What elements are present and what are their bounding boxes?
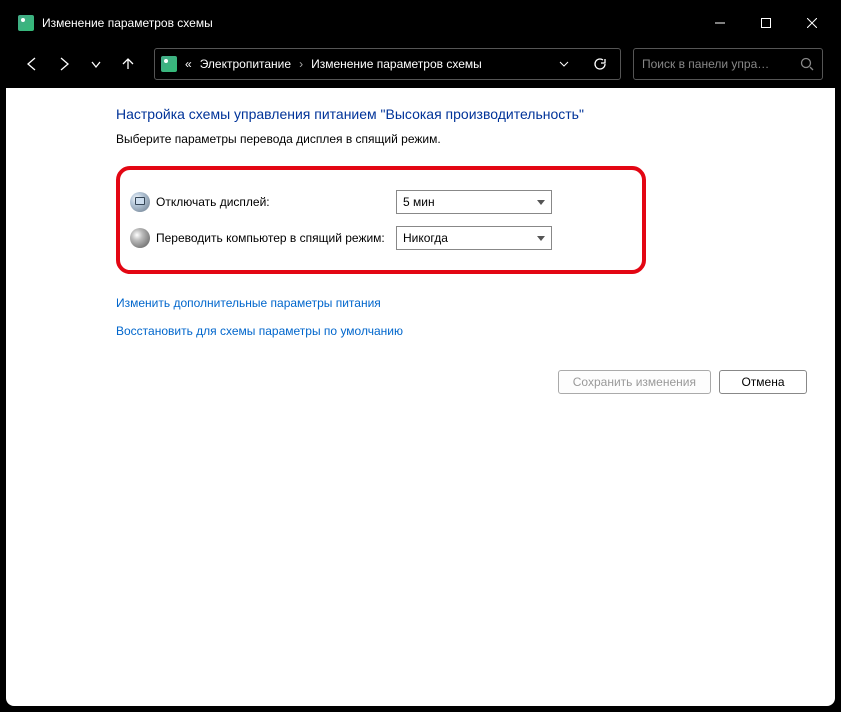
restore-defaults-link[interactable]: Восстановить для схемы параметры по умол…	[116, 324, 807, 338]
page-subheading: Выберите параметры перевода дисплея в сп…	[116, 132, 807, 146]
maximize-button[interactable]	[743, 6, 789, 40]
display-icon	[130, 192, 150, 212]
address-bar[interactable]: « Электропитание › Изменение параметров …	[154, 48, 621, 80]
cancel-button[interactable]: Отмена	[719, 370, 807, 394]
advanced-settings-link[interactable]: Изменить дополнительные параметры питани…	[116, 296, 807, 310]
refresh-button[interactable]	[586, 57, 614, 71]
sleep-icon	[130, 228, 150, 248]
content-area: Настройка схемы управления питанием "Выс…	[6, 88, 835, 706]
search-input[interactable]: Поиск в панели упра…	[633, 48, 823, 80]
display-off-label: Отключать дисплей:	[156, 195, 396, 209]
save-button[interactable]: Сохранить изменения	[558, 370, 711, 394]
sleep-select[interactable]: Никогда	[396, 226, 552, 250]
display-off-value: 5 мин	[403, 195, 435, 209]
sleep-value: Никогда	[403, 231, 448, 245]
breadcrumb-item[interactable]: Изменение параметров схемы	[311, 57, 482, 71]
back-button[interactable]	[18, 48, 46, 80]
window-title: Изменение параметров схемы	[42, 16, 213, 30]
forward-button[interactable]	[50, 48, 78, 80]
page-heading: Настройка схемы управления питанием "Выс…	[116, 106, 807, 122]
recent-button[interactable]	[82, 48, 110, 80]
up-button[interactable]	[114, 48, 142, 80]
search-icon	[800, 57, 814, 71]
display-off-select[interactable]: 5 мин	[396, 190, 552, 214]
window: Изменение параметров схемы « Электропита…	[6, 6, 835, 706]
app-icon	[18, 15, 34, 31]
address-dropdown-button[interactable]	[550, 59, 578, 69]
toolbar: « Электропитание › Изменение параметров …	[6, 40, 835, 88]
minimize-button[interactable]	[697, 6, 743, 40]
sleep-label: Переводить компьютер в спящий режим:	[156, 231, 396, 245]
breadcrumb-item[interactable]: Электропитание	[200, 57, 291, 71]
titlebar: Изменение параметров схемы	[6, 6, 835, 40]
highlighted-settings: Отключать дисплей: 5 мин Переводить комп…	[116, 166, 646, 274]
chevron-right-icon: ›	[299, 57, 303, 71]
power-options-icon	[161, 56, 177, 72]
sleep-row: Переводить компьютер в спящий режим: Ник…	[130, 220, 552, 256]
breadcrumb-prefix: «	[185, 57, 192, 71]
display-off-row: Отключать дисплей: 5 мин	[130, 184, 552, 220]
button-row: Сохранить изменения Отмена	[6, 352, 835, 394]
close-button[interactable]	[789, 6, 835, 40]
search-placeholder: Поиск в панели упра…	[642, 57, 794, 71]
